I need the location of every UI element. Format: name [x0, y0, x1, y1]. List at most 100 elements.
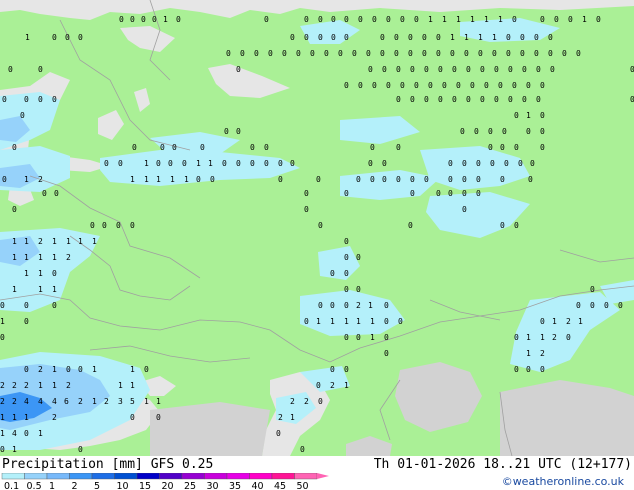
- value-label: 0: [330, 269, 335, 278]
- value-label: 1: [498, 15, 503, 24]
- value-label: 0: [380, 49, 385, 58]
- value-label: 1: [478, 33, 483, 42]
- value-label: 0: [384, 333, 389, 342]
- value-label: 0: [380, 33, 385, 42]
- value-label: 0: [78, 33, 83, 42]
- value-label: 1: [38, 285, 43, 294]
- value-label: 0: [520, 49, 525, 58]
- value-label: 0: [488, 127, 493, 136]
- value-label: 0: [508, 65, 513, 74]
- value-label: 0: [156, 159, 161, 168]
- value-label: 0: [506, 33, 511, 42]
- value-label: 0: [576, 49, 581, 58]
- value-label: 1: [450, 33, 455, 42]
- value-label: 0: [290, 33, 295, 42]
- value-label: 2: [38, 175, 43, 184]
- value-label: 0: [492, 49, 497, 58]
- value-label: 1: [170, 175, 175, 184]
- value-label: 0: [254, 49, 259, 58]
- value-label: 1: [428, 15, 433, 24]
- value-label: 0: [344, 269, 349, 278]
- value-label: 0: [356, 333, 361, 342]
- value-label: 0: [534, 33, 539, 42]
- value-label: 0: [394, 49, 399, 58]
- value-label: 0: [476, 175, 481, 184]
- value-label: 0: [268, 49, 273, 58]
- precipitation-map: 0 0 0 0 1 0 0 0 0 0 0 0 0 0 0 0 1 1 1 1 1 1 0 0 0 0 1 01 0 0 0 0 0 0 0 0 0 0 0…: [0, 0, 634, 456]
- value-label: 1: [184, 175, 189, 184]
- value-label: 0: [410, 189, 415, 198]
- value-label: 4: [38, 397, 43, 406]
- value-label: 1: [456, 15, 461, 24]
- value-label: 1: [24, 253, 29, 262]
- scale-tick-label: 30: [207, 481, 219, 490]
- value-label: 0: [466, 65, 471, 74]
- value-label: 0: [42, 189, 47, 198]
- value-label: 0: [24, 95, 29, 104]
- value-label: 1: [344, 381, 349, 390]
- value-label: 0: [424, 95, 429, 104]
- value-label: 0: [65, 33, 70, 42]
- value-label: 1: [156, 175, 161, 184]
- scale-color-box: [204, 473, 228, 480]
- value-label: 1: [370, 333, 375, 342]
- value-label: 0: [196, 175, 201, 184]
- scale-color-box: [24, 473, 48, 480]
- scale-color-box: [46, 473, 70, 480]
- value-label: 0: [52, 269, 57, 278]
- scale-tick-label: 15: [139, 481, 151, 490]
- value-label: 0: [452, 65, 457, 74]
- scale-tick-label: 50: [297, 481, 309, 490]
- value-label: 0: [278, 175, 283, 184]
- product-name: Precipitation [mm]: [2, 457, 143, 472]
- value-label: 1: [578, 317, 583, 326]
- value-label: 1: [52, 285, 57, 294]
- value-label: 0: [356, 285, 361, 294]
- value-label: 0: [518, 159, 523, 168]
- value-label: 2: [52, 413, 57, 422]
- value-label: 2: [24, 381, 29, 390]
- scale-color-box: [181, 473, 205, 480]
- scale-tick-label: 45: [274, 481, 286, 490]
- value-label: 0: [226, 49, 231, 58]
- value-label: 0: [540, 143, 545, 152]
- value-label: 0: [344, 253, 349, 262]
- value-label: 0: [424, 65, 429, 74]
- value-label: 0: [38, 95, 43, 104]
- value-label: 0: [352, 49, 357, 58]
- value-label: 0: [514, 333, 519, 342]
- value-label: 2: [0, 397, 5, 406]
- value-label: 0: [508, 95, 513, 104]
- value-label: 0: [396, 143, 401, 152]
- value-label: 0: [358, 81, 363, 90]
- value-label: 0: [300, 445, 305, 454]
- value-label: 1: [130, 365, 135, 374]
- value-label: 0: [52, 301, 57, 310]
- scale-tick-labels: 0.1 0.5 1 2 5 10 15 20 25 30 35 40 45 50: [4, 481, 309, 490]
- scale-tick-label: 10: [117, 481, 129, 490]
- value-label: 1: [290, 413, 295, 422]
- value-label: 0: [310, 49, 315, 58]
- value-label: 0: [78, 445, 83, 454]
- value-label: 0: [438, 95, 443, 104]
- value-label: 0: [410, 175, 415, 184]
- value-label: 0: [502, 127, 507, 136]
- value-label: 1: [12, 237, 17, 246]
- value-label: 1: [442, 15, 447, 24]
- value-label: 0: [331, 33, 336, 42]
- value-label: 0: [304, 15, 309, 24]
- value-label: 0: [436, 189, 441, 198]
- value-label: 1: [526, 111, 531, 120]
- scale-tick-label: 40: [252, 481, 264, 490]
- value-label: 1: [52, 237, 57, 246]
- value-label: 0: [52, 33, 57, 42]
- value-label: 2: [104, 397, 109, 406]
- value-label: 1: [470, 15, 475, 24]
- value-label: 0: [604, 301, 609, 310]
- value-label: 0: [476, 189, 481, 198]
- value-label: 1: [12, 285, 17, 294]
- value-label: 0: [630, 95, 634, 104]
- value-label: 0: [24, 301, 29, 310]
- value-label: 0: [506, 49, 511, 58]
- credit-link[interactable]: ©weatheronline.co.uk: [502, 475, 624, 488]
